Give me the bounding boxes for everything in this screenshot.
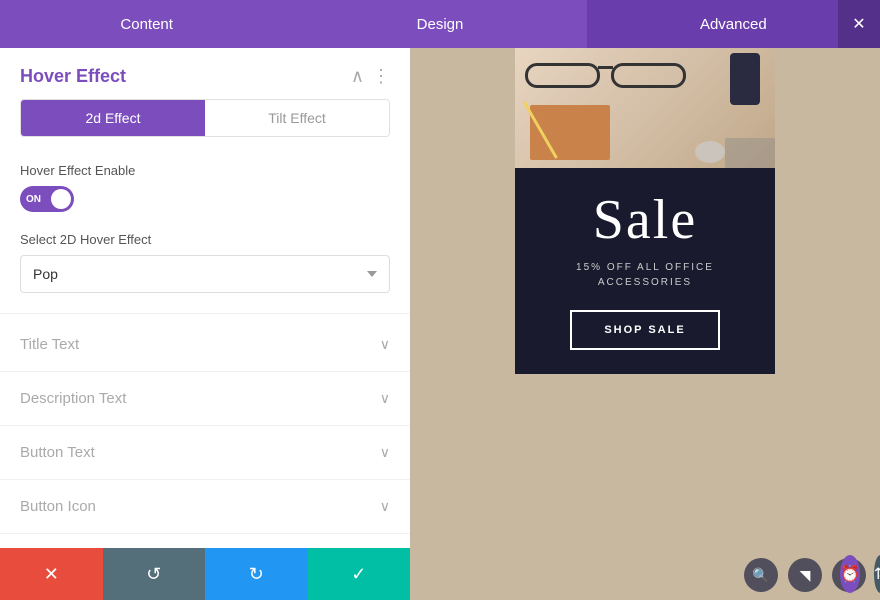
right-preview: Sale 15% OFF ALL OFFICE ACCESSORIES SHOP… [410, 48, 880, 600]
toggle-track[interactable]: ON [20, 186, 74, 212]
redo-icon: ↻ [249, 564, 264, 585]
accordion-button-text[interactable]: Button Text ∨ [0, 426, 410, 480]
layers-icon-btn[interactable]: ◥ [788, 558, 822, 592]
sale-subtitle: 15% OFF ALL OFFICE ACCESSORIES [576, 260, 714, 290]
layers-icon: ◥ [800, 567, 811, 584]
accordion-button-icon[interactable]: Button Icon ∨ [0, 480, 410, 534]
undo-icon: ↺ [146, 564, 161, 585]
save-icon: ✓ [351, 564, 366, 585]
search-icon: 🔍 [752, 567, 769, 584]
save-button[interactable]: ✓ [308, 548, 411, 600]
divider-1 [0, 313, 410, 314]
collapse-icon[interactable]: ∧ [351, 66, 364, 87]
panel-body: Hover Effect ∧ ⋮ 2d Effect Tilt Effect H… [0, 48, 410, 548]
hover-effect-header: Hover Effect ∧ ⋮ [0, 48, 410, 99]
accordion-button-icon-label: Button Icon [20, 498, 96, 515]
card-preview: Sale 15% OFF ALL OFFICE ACCESSORIES SHOP… [515, 48, 775, 374]
hover-effect-title: Hover Effect [20, 66, 126, 87]
search-icon-btn[interactable]: 🔍 [744, 558, 778, 592]
close-icon: ✕ [852, 14, 865, 34]
accordion-button-label: Button Text [20, 444, 95, 461]
undo-button[interactable]: ↺ [103, 548, 206, 600]
clock-icon: ⏰ [840, 564, 860, 584]
accordion-description-label: Description Text [20, 390, 126, 407]
toggle-switch[interactable]: ON [20, 186, 390, 212]
select-2d-label: Select 2D Hover Effect [20, 232, 390, 247]
accordion-title-label: Title Text [20, 336, 79, 353]
select-2d-hover-row: Select 2D Hover Effect Pop Bounce Swing … [0, 222, 410, 309]
clock-icon-btn[interactable]: ⏰ [840, 555, 860, 593]
card-image [515, 48, 775, 168]
tab-content[interactable]: Content [0, 0, 293, 48]
hover-effect-enable-label: Hover Effect Enable [20, 163, 390, 178]
main-area: Hover Effect ∧ ⋮ 2d Effect Tilt Effect H… [0, 48, 880, 600]
redo-button[interactable]: ↻ [205, 548, 308, 600]
section-header-icons: ∧ ⋮ [351, 66, 390, 87]
shop-sale-button[interactable]: SHOP SALE [570, 310, 719, 350]
left-panel: Hover Effect ∧ ⋮ 2d Effect Tilt Effect H… [0, 48, 410, 600]
tab-advanced[interactable]: Advanced [587, 0, 880, 48]
chevron-button-icon-icon: ∨ [380, 498, 390, 515]
chevron-button-icon: ∨ [380, 444, 390, 461]
hover-effect-select[interactable]: Pop Bounce Swing Pulse Fade [20, 255, 390, 293]
bottom-toolbar: ✕ ↺ ↻ ✓ [0, 548, 410, 600]
cancel-button[interactable]: ✕ [0, 548, 103, 600]
hover-effect-enable-row: Hover Effect Enable ON [0, 153, 410, 222]
tab-2d-effect[interactable]: 2d Effect [21, 100, 205, 136]
close-button[interactable]: ✕ [838, 0, 880, 48]
effect-tabs: 2d Effect Tilt Effect [20, 99, 390, 137]
more-icon[interactable]: ⋮ [372, 66, 390, 87]
top-tab-bar: Content Design Advanced ✕ [0, 0, 880, 48]
toggle-on-label: ON [26, 194, 41, 205]
toggle-knob [51, 189, 71, 209]
chevron-title-icon: ∨ [380, 336, 390, 353]
accordion-description-text[interactable]: Description Text ∨ [0, 372, 410, 426]
accordion-title-text[interactable]: Title Text ∨ [0, 318, 410, 372]
sliders-icon-btn[interactable]: ⇅ [874, 555, 880, 593]
cancel-icon: ✕ [44, 564, 59, 585]
desk-items [515, 48, 775, 168]
tab-design[interactable]: Design [293, 0, 586, 48]
card-body: Sale 15% OFF ALL OFFICE ACCESSORIES SHOP… [515, 168, 775, 374]
sliders-icon: ⇅ [874, 564, 880, 584]
sale-title: Sale [593, 192, 697, 248]
chevron-description-icon: ∨ [380, 390, 390, 407]
tab-tilt-effect[interactable]: Tilt Effect [205, 100, 389, 136]
